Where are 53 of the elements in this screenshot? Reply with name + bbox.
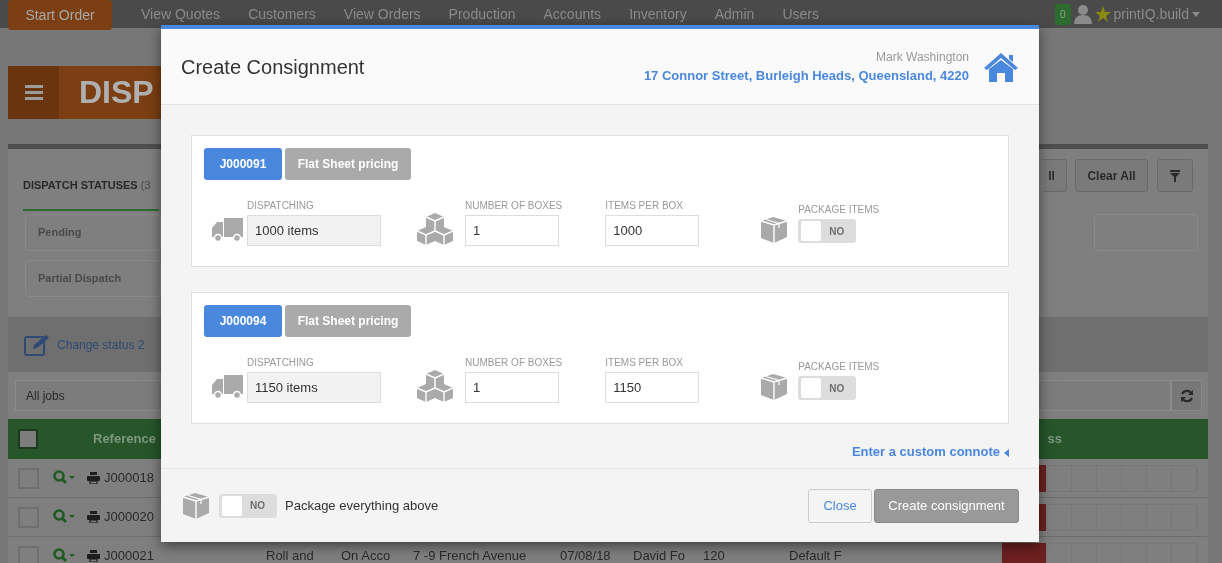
column-header: ss bbox=[1047, 430, 1062, 449]
input-field[interactable]: 1150 items bbox=[247, 372, 381, 403]
field-label: ITEMS PER BOX bbox=[605, 199, 685, 213]
input-field[interactable]: 1000 bbox=[605, 215, 700, 246]
toolbar-button[interactable]: ll bbox=[1043, 159, 1067, 192]
nav-link[interactable]: Users bbox=[782, 3, 819, 25]
toggle-switch[interactable]: NO bbox=[798, 219, 857, 243]
job-button[interactable]: J000091 bbox=[204, 148, 282, 180]
input-field[interactable]: 1000 items bbox=[247, 215, 381, 246]
table-cell-text: On Acco bbox=[341, 547, 392, 563]
nav-link[interactable]: Admin bbox=[714, 3, 755, 25]
field-label: DISPATCHING bbox=[247, 356, 315, 370]
nav-link[interactable]: Accounts bbox=[543, 3, 602, 25]
input-field[interactable]: 1 bbox=[465, 215, 559, 246]
table-cell-text: David Fo bbox=[633, 547, 687, 563]
toggle-switch[interactable]: NO bbox=[798, 376, 857, 400]
table-cell-text: 7 -9 French Avenue bbox=[413, 547, 528, 563]
column-header: Reference bbox=[93, 430, 156, 449]
account-menu[interactable]: printIQ.build bbox=[1113, 3, 1189, 25]
delivery-address[interactable]: 17 Connor Street, Burleigh Heads, Queensland, 4220 bbox=[643, 65, 969, 86]
start-order-button[interactable]: Start Order bbox=[8, 0, 112, 30]
toggle-switch[interactable]: NO bbox=[219, 493, 277, 518]
nav-link[interactable]: Inventory bbox=[629, 3, 687, 25]
customer-name: Mark Washington bbox=[875, 48, 969, 66]
change-status-link[interactable]: Change status 2 bbox=[57, 335, 145, 354]
field-label: NUMBER OF BOXES bbox=[465, 199, 563, 213]
modal-title: Create Consignment bbox=[181, 54, 365, 79]
pricing-button[interactable]: Flat Sheet pricing bbox=[285, 148, 411, 180]
nav-link[interactable]: View Orders bbox=[343, 3, 421, 25]
nav-link[interactable]: Production bbox=[448, 3, 516, 25]
toolbar-button[interactable]: Clear All bbox=[1075, 159, 1148, 192]
input-field[interactable]: 1150 bbox=[605, 372, 700, 403]
package-all-label: Package everything above bbox=[285, 496, 439, 515]
notification-badge: 0 bbox=[1054, 3, 1071, 25]
custom-connote-link[interactable]: Enter a custom connote bbox=[851, 444, 1009, 459]
close-button[interactable]: Close bbox=[808, 488, 872, 523]
field-label: NUMBER OF BOXES bbox=[465, 356, 563, 370]
field-label: ITEMS PER BOX bbox=[605, 356, 685, 370]
pricing-button[interactable]: Flat Sheet pricing bbox=[285, 305, 411, 337]
field-label: PACKAGE ITEMS bbox=[798, 203, 880, 217]
job-button[interactable]: J000094 bbox=[204, 305, 282, 337]
table-cell-text: 120 bbox=[703, 547, 726, 563]
page-title: DISP bbox=[59, 66, 161, 119]
table-cell-text: Default F bbox=[789, 547, 843, 563]
field-label: PACKAGE ITEMS bbox=[798, 360, 880, 374]
field-label: DISPATCHING bbox=[247, 199, 315, 213]
table-cell-text: Roll and bbox=[266, 547, 315, 563]
table-cell-text: 07/08/18 bbox=[560, 547, 612, 563]
job-reference[interactable]: J000021 bbox=[104, 546, 184, 563]
nav-link[interactable]: View Quotes bbox=[141, 3, 221, 25]
input-field[interactable]: 1 bbox=[465, 372, 559, 403]
nav-link[interactable]: Customers bbox=[248, 3, 316, 25]
create-consignment-button[interactable]: Create consignment bbox=[874, 488, 1019, 523]
